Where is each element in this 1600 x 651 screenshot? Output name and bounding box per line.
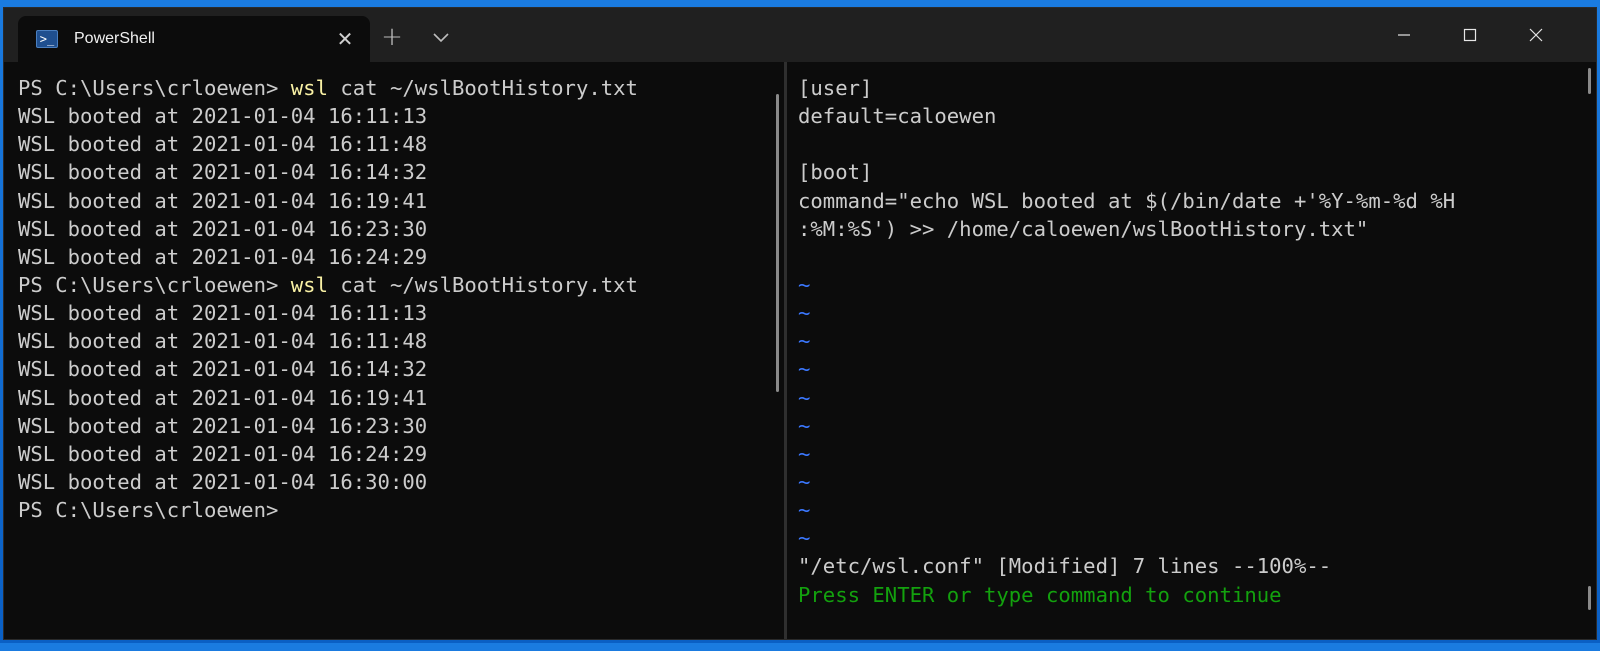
- command-keyword: wsl: [290, 272, 328, 297]
- minimize-button[interactable]: [1384, 20, 1424, 50]
- file-line: [798, 130, 1578, 158]
- output-line: WSL booted at 2021-01-04 16:23:30: [18, 216, 428, 241]
- tab-title: PowerShell: [74, 30, 155, 47]
- left-pane-powershell[interactable]: PS C:\Users\crloewen> wsl cat ~/wslBootH…: [18, 62, 778, 651]
- output-line: WSL booted at 2021-01-04 16:11:13: [18, 301, 428, 326]
- file-line: default=caloewen: [798, 104, 997, 129]
- output-line: WSL booted at 2021-01-04 16:14:32: [18, 357, 428, 382]
- close-window-button[interactable]: [1516, 20, 1556, 50]
- terminal-window: >_ PowerShell ✕ + PS C:\Users\crloewen> …: [4, 8, 1596, 639]
- maximize-button[interactable]: [1450, 20, 1490, 50]
- command-line: PS C:\Users\crloewen> wsl cat ~/wslBootH…: [18, 74, 778, 102]
- new-tab-button[interactable]: +: [380, 24, 404, 50]
- prompt: PS C:\Users\crloewen>: [18, 272, 291, 297]
- output-line: WSL booted at 2021-01-04 16:30:00: [18, 469, 428, 494]
- command-line: PS C:\Users\crloewen> wsl cat ~/wslBootH…: [18, 271, 778, 299]
- command-keyword: wsl: [290, 76, 328, 100]
- output-line: WSL booted at 2021-01-04 16:11:48: [18, 132, 428, 157]
- output-line: WSL booted at 2021-01-04 16:11:13: [18, 104, 428, 129]
- empty-line-tilde: ~: [798, 441, 811, 466]
- output-line: WSL booted at 2021-01-04 16:24:29: [18, 244, 428, 269]
- file-line: [user]: [798, 76, 873, 100]
- empty-line-tilde: ~: [798, 272, 811, 297]
- output-line: WSL booted at 2021-01-04 16:23:30: [18, 413, 428, 438]
- empty-line-tilde: ~: [798, 357, 811, 382]
- output-line: WSL booted at 2021-01-04 16:19:41: [18, 188, 428, 213]
- file-line: command="echo WSL booted at $(/bin/date …: [798, 188, 1456, 213]
- right-scrollbar[interactable]: [1588, 586, 1591, 610]
- right-pane-vim[interactable]: [user] default=caloewen [boot] command="ech…: [798, 62, 1578, 651]
- terminal-area[interactable]: PS C:\Users\crloewen> wsl cat ~/wslBootH…: [4, 62, 1596, 639]
- file-line: [boot]: [798, 160, 873, 185]
- vim-status-line: "/etc/wsl.conf" [Modified] 7 lines --100…: [798, 554, 1332, 579]
- powershell-icon: >_: [36, 30, 58, 48]
- command-args: cat ~/wslBootHistory.txt: [327, 76, 638, 100]
- command-args: cat ~/wslBootHistory.txt: [327, 272, 638, 297]
- chevron-down-icon[interactable]: [430, 26, 452, 48]
- file-line: [798, 243, 1578, 271]
- pane-divider[interactable]: [784, 62, 787, 639]
- empty-line-tilde: ~: [798, 469, 811, 494]
- left-scrollbar[interactable]: [776, 94, 779, 392]
- output-line: WSL booted at 2021-01-04 16:19:41: [18, 385, 428, 410]
- empty-line-tilde: ~: [798, 301, 811, 326]
- right-scrollbar-top[interactable]: [1588, 68, 1591, 94]
- prompt: PS C:\Users\crloewen>: [18, 76, 291, 100]
- empty-line-tilde: ~: [798, 413, 811, 438]
- file-line: :%M:%S') >> /home/caloewen/wslBootHistor…: [798, 216, 1369, 241]
- vim-message-line: Press ENTER or type command to continue: [798, 582, 1282, 607]
- output-line: PS C:\Users\crloewen>: [18, 498, 279, 523]
- output-line: WSL booted at 2021-01-04 16:24:29: [18, 441, 428, 466]
- empty-line-tilde: ~: [798, 498, 811, 523]
- output-line: WSL booted at 2021-01-04 16:14:32: [18, 160, 428, 185]
- title-bar[interactable]: >_ PowerShell ✕ +: [4, 8, 1596, 62]
- output-line: WSL booted at 2021-01-04 16:11:48: [18, 329, 428, 354]
- empty-line-tilde: ~: [798, 526, 811, 551]
- close-tab-icon[interactable]: ✕: [334, 28, 356, 50]
- tab-powershell[interactable]: >_ PowerShell ✕: [18, 16, 370, 62]
- empty-line-tilde: ~: [798, 329, 811, 354]
- empty-line-tilde: ~: [798, 385, 811, 410]
